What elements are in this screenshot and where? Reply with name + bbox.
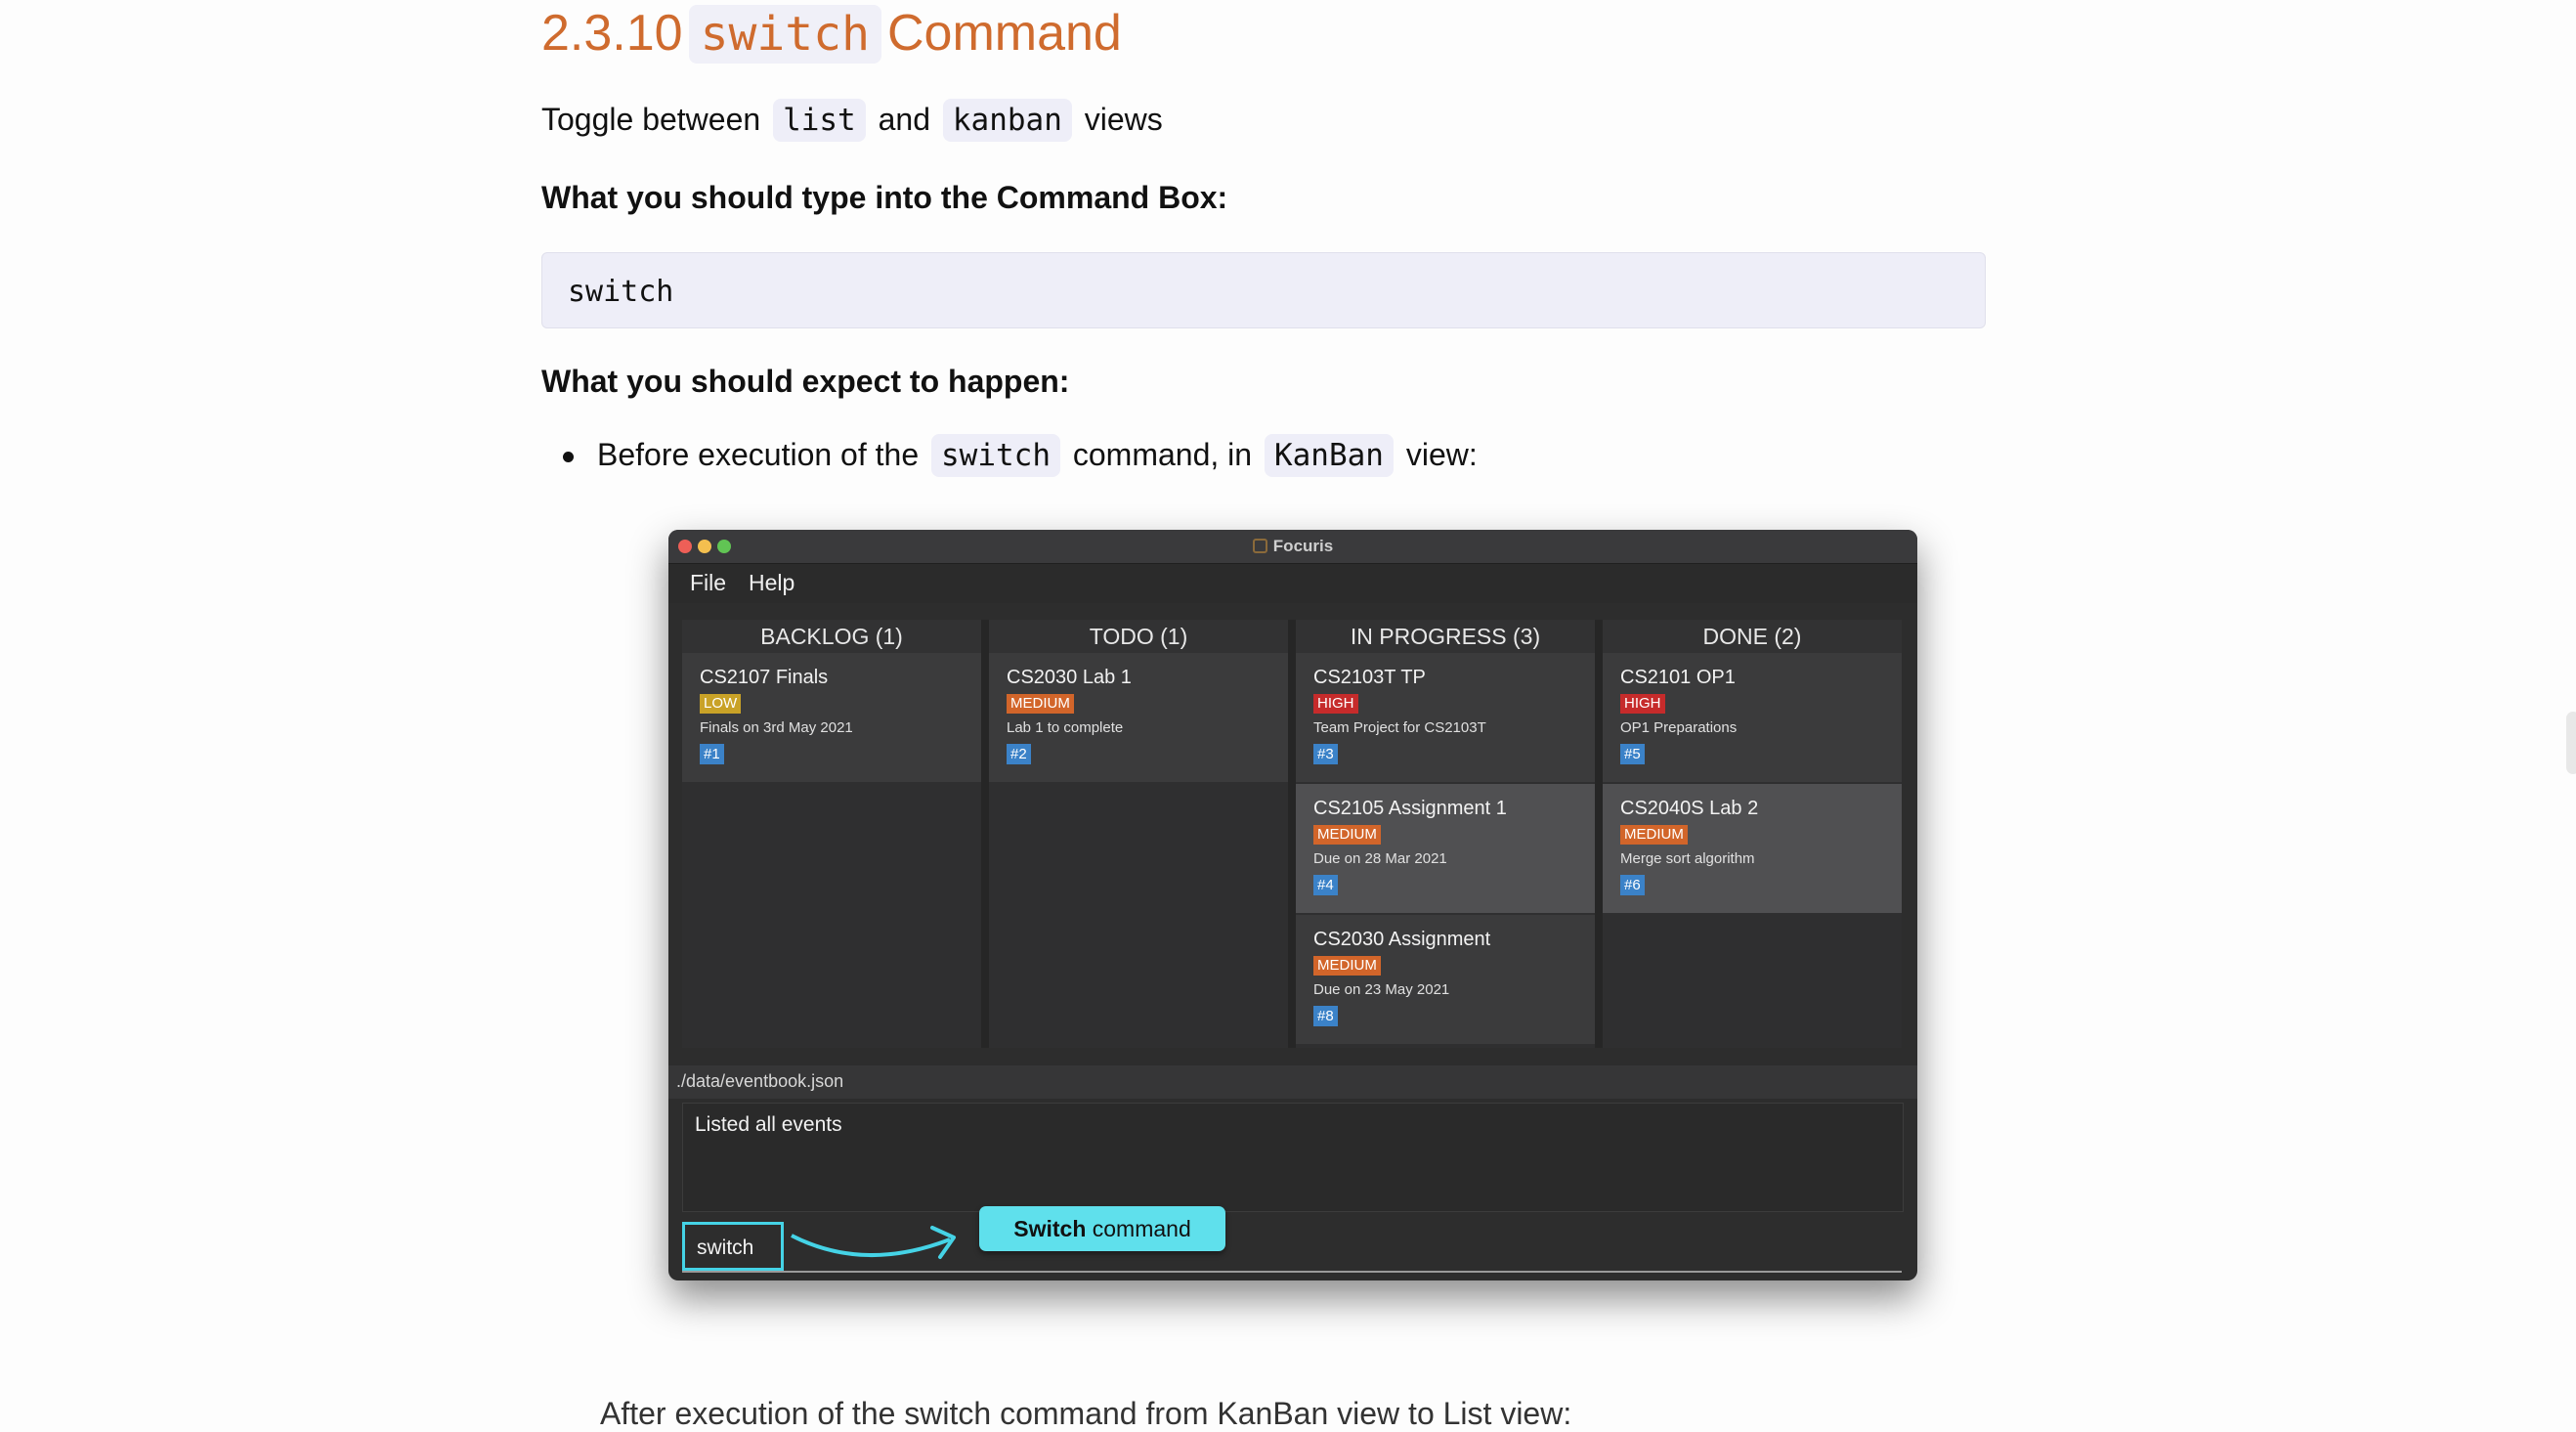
callout-bold: Switch [1013, 1216, 1087, 1241]
column-backlog: BACKLOG (1) CS2107 Finals LOW Finals on … [682, 620, 981, 1048]
type-heading: What you should type into the Command Bo… [541, 180, 1228, 215]
card-description: Team Project for CS2103T [1313, 719, 1486, 736]
card-description: Due on 23 May 2021 [1313, 981, 1450, 998]
intro-and: and [878, 102, 930, 137]
result-text: Listed all events [695, 1113, 842, 1136]
priority-badge: LOW [700, 694, 742, 714]
card-title: CS2030 Lab 1 [1007, 667, 1132, 688]
bullet-after: view: [1405, 437, 1478, 472]
card-description: Due on 28 Mar 2021 [1313, 850, 1447, 867]
heading-number: 2.3.10 [541, 5, 683, 62]
card-title: CS2101 OP1 [1620, 667, 1736, 688]
column-in-progress: IN PROGRESS (3) CS2103T TP HIGH Team Pro… [1296, 620, 1595, 1048]
heading-code: switch [688, 5, 881, 64]
card-description: OP1 Preparations [1620, 719, 1738, 736]
card-id: #4 [1313, 875, 1338, 895]
code-kanban: kanban [942, 99, 1072, 142]
event-card[interactable]: CS2105 Assignment 1 MEDIUM Due on 28 Mar… [1296, 784, 1595, 913]
card-id: #8 [1313, 1006, 1338, 1026]
priority-badge: MEDIUM [1313, 825, 1381, 845]
card-id: #1 [700, 744, 724, 764]
status-path: ./data/eventbook.json [676, 1071, 844, 1091]
menu-help[interactable]: Help [749, 570, 794, 596]
intro-paragraph: Toggle between list and kanban views [541, 99, 1163, 142]
window-title: Focuris [668, 537, 1917, 556]
card-title: CS2105 Assignment 1 [1313, 798, 1507, 819]
heading-word: Command [886, 5, 1122, 62]
code-list: list [773, 99, 866, 142]
card-id: #2 [1007, 744, 1031, 764]
next-bullet-partial: After execution of the switch command fr… [600, 1396, 1572, 1431]
bullet-middle: command, in [1072, 437, 1253, 472]
priority-badge: MEDIUM [1620, 825, 1688, 845]
column-header: TODO (1) [989, 620, 1288, 653]
app-icon [1252, 539, 1267, 553]
column-header: DONE (2) [1603, 620, 1902, 653]
menu-file[interactable]: File [690, 570, 726, 596]
bullet-text: Before execution of the [597, 437, 920, 472]
bullet-item: Before execution of the switch command, … [563, 434, 1478, 477]
result-display: Listed all events [682, 1103, 1904, 1212]
bullet-dot [563, 452, 574, 463]
command-code: switch [568, 275, 674, 309]
event-card[interactable]: CS2040S Lab 2 MEDIUM Merge sort algorith… [1603, 784, 1902, 913]
expect-heading: What you should expect to happen: [541, 364, 1070, 399]
intro-after: views [1084, 102, 1163, 137]
title-bar: Focuris [668, 530, 1917, 564]
card-description: Merge sort algorithm [1620, 850, 1755, 867]
card-description: Lab 1 to complete [1007, 719, 1124, 736]
priority-badge: MEDIUM [1313, 956, 1381, 976]
priority-badge: HIGH [1620, 694, 1665, 714]
priority-badge: HIGH [1313, 694, 1358, 714]
event-card[interactable]: CS2107 Finals LOW Finals on 3rd May 2021… [682, 653, 981, 782]
event-card[interactable]: CS2030 Lab 1 MEDIUM Lab 1 to complete #2 [989, 653, 1288, 782]
menu-bar: File Help [668, 564, 1917, 603]
app-window: Focuris File Help BACKLOG (1) CS2107 Fin… [668, 530, 1917, 1280]
code-kanban-view: KanBan [1264, 434, 1394, 477]
callout-rest: command [1092, 1216, 1191, 1241]
event-card[interactable]: CS2030 Assignment MEDIUM Due on 23 May 2… [1296, 915, 1595, 1044]
arrow-icon [791, 1226, 956, 1259]
status-bar: ./data/eventbook.json [668, 1065, 1917, 1099]
command-input-text: switch [697, 1237, 754, 1259]
column-done: DONE (2) CS2101 OP1 HIGH OP1 Preparation… [1603, 620, 1902, 1048]
card-title: CS2107 Finals [700, 667, 829, 688]
section-heading: 2.3.10 switch Command [541, 0, 1122, 67]
kanban-board: BACKLOG (1) CS2107 Finals LOW Finals on … [682, 620, 1902, 1048]
column-todo: TODO (1) CS2030 Lab 1 MEDIUM Lab 1 to co… [989, 620, 1288, 1048]
command-code-block: switch [541, 252, 1986, 328]
priority-badge: MEDIUM [1007, 694, 1074, 714]
code-switch: switch [931, 434, 1060, 477]
card-title: CS2030 Assignment [1313, 929, 1491, 950]
card-title: CS2103T TP [1313, 667, 1426, 688]
event-card[interactable]: CS2101 OP1 HIGH OP1 Preparations #5 [1603, 653, 1902, 782]
scrollbar-handle[interactable] [2566, 712, 2576, 774]
card-id: #6 [1620, 875, 1645, 895]
column-header: BACKLOG (1) [682, 620, 981, 653]
event-card[interactable]: CS2103T TP HIGH Team Project for CS2103T… [1296, 653, 1595, 782]
intro-text: Toggle between [541, 102, 761, 137]
switch-command-callout: Switch command [979, 1206, 1225, 1251]
column-header: IN PROGRESS (3) [1296, 620, 1595, 653]
card-id: #3 [1313, 744, 1338, 764]
command-input[interactable]: switch [682, 1222, 784, 1271]
callout-text: Switch command [979, 1216, 1225, 1242]
card-description: Finals on 3rd May 2021 [700, 719, 853, 736]
card-title: CS2040S Lab 2 [1620, 798, 1759, 819]
window-title-text: Focuris [1272, 537, 1334, 555]
card-id: #5 [1620, 744, 1645, 764]
